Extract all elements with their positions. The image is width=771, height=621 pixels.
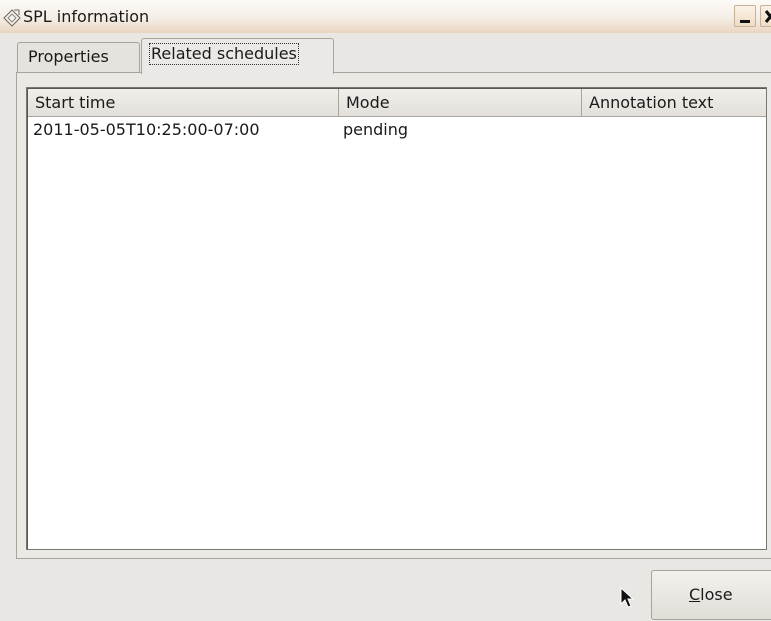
minimize-button[interactable] — [734, 5, 756, 27]
diamond-app-icon — [3, 9, 21, 27]
tab-panel: Start time Mode Annotation text 2011-05-… — [16, 72, 771, 559]
column-header-start-time[interactable]: Start time — [28, 89, 339, 117]
close-button-label: Close — [689, 585, 733, 604]
title-bar[interactable]: SPL information — [0, 0, 771, 33]
cell-mode: pending — [343, 120, 409, 139]
window-title: SPL information — [23, 7, 150, 26]
cell-start-time: 2011-05-05T10:25:00-07:00 — [33, 120, 260, 139]
list-header: Start time Mode Annotation text — [28, 89, 766, 117]
window-close-button[interactable] — [760, 5, 771, 27]
schedules-list[interactable]: Start time Mode Annotation text 2011-05-… — [26, 87, 767, 550]
table-row[interactable]: 2011-05-05T10:25:00-07:00 pending — [28, 118, 766, 142]
tab-related-schedules-label: Related schedules — [149, 43, 299, 65]
column-header-mode[interactable]: Mode — [339, 89, 582, 117]
minimize-icon — [740, 20, 750, 23]
tab-properties-label: Properties — [28, 47, 109, 66]
tab-related-schedules[interactable]: Related schedules — [141, 38, 334, 74]
close-icon — [764, 10, 771, 23]
close-button[interactable]: Close — [651, 570, 771, 620]
tab-properties[interactable]: Properties — [17, 42, 140, 72]
column-header-annotation-text[interactable]: Annotation text — [582, 89, 766, 117]
mouse-cursor-icon — [620, 587, 635, 608]
